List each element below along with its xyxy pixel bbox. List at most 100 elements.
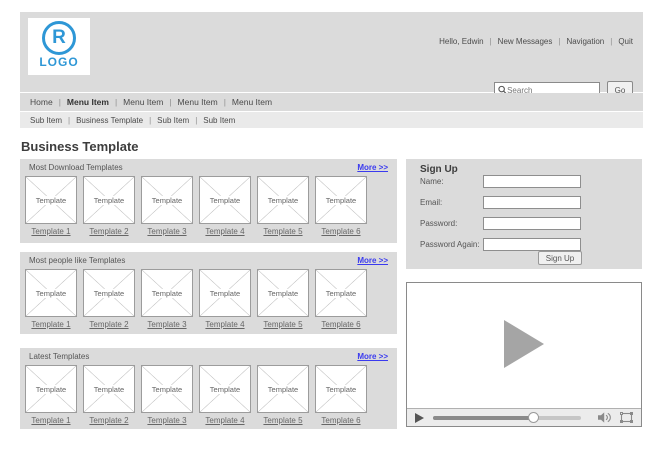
volume-icon[interactable] (598, 412, 612, 423)
more-link[interactable]: More >> (357, 163, 388, 172)
separator (143, 116, 157, 125)
main-menu: Home Menu Item Menu Item Menu Item Menu Item (20, 93, 643, 111)
navigation-link[interactable]: Navigation (566, 37, 604, 46)
menu-item-3[interactable]: Menu Item (178, 97, 218, 107)
template-placeholder-image[interactable]: Template (141, 269, 193, 317)
template-placeholder-image[interactable]: Template (25, 269, 77, 317)
template-tile: Template Template 3 (141, 269, 193, 329)
template-placeholder-image[interactable]: Template (25, 365, 77, 413)
submenu-item-business-template[interactable]: Business Template (76, 116, 143, 125)
template-tile: Template Template 2 (83, 269, 135, 329)
video-progress-handle[interactable] (527, 411, 539, 423)
template-link[interactable]: Template 2 (89, 320, 128, 329)
video-progress-bar[interactable] (433, 411, 581, 423)
template-link[interactable]: Template 4 (205, 227, 244, 236)
template-tile: Template Template 1 (25, 365, 77, 425)
template-link[interactable]: Template 4 (205, 320, 244, 329)
template-placeholder-image[interactable]: Template (141, 176, 193, 224)
template-placeholder-image[interactable]: Template (257, 269, 309, 317)
template-placeholder-image[interactable]: Template (315, 269, 367, 317)
tile-row: Template Template 1 Template Template 2 … (25, 365, 367, 425)
password-again-input[interactable] (483, 238, 581, 251)
menu-item-4[interactable]: Menu Item (232, 97, 272, 107)
placeholder-label: Template (265, 195, 301, 205)
template-tile: Template Template 5 (257, 365, 309, 425)
separator (604, 37, 618, 46)
placeholder-label: Template (323, 384, 359, 394)
menu-item-2[interactable]: Menu Item (123, 97, 163, 107)
template-link[interactable]: Template 3 (147, 416, 186, 425)
template-tile: Template Template 1 (25, 269, 77, 329)
template-placeholder-image[interactable]: Template (141, 365, 193, 413)
template-link[interactable]: Template 6 (321, 416, 360, 425)
video-play-overlay-icon[interactable] (504, 320, 544, 368)
template-link[interactable]: Template 1 (31, 320, 70, 329)
password-label: Password: (420, 219, 458, 228)
logo[interactable]: R LOGO (28, 18, 90, 75)
video-play-icon[interactable] (415, 412, 424, 423)
separator (484, 37, 498, 46)
section-most-people-like-templates: Most people like Templates More >> Templ… (20, 252, 397, 334)
template-placeholder-image[interactable]: Template (83, 269, 135, 317)
template-tile: Template Template 6 (315, 365, 367, 425)
menu-item-1[interactable]: Menu Item (67, 97, 109, 107)
template-placeholder-image[interactable]: Template (83, 176, 135, 224)
placeholder-label: Template (91, 288, 127, 298)
template-placeholder-image[interactable]: Template (257, 176, 309, 224)
template-link[interactable]: Template 5 (263, 227, 302, 236)
email-input[interactable] (483, 196, 581, 209)
password-input[interactable] (483, 217, 581, 230)
section-latest-templates: Latest Templates More >> Template Templa… (20, 348, 397, 429)
template-placeholder-image[interactable]: Template (83, 365, 135, 413)
page: R LOGO Hello, Edwin New Messages Navigatio… (0, 0, 650, 459)
placeholder-label: Template (207, 195, 243, 205)
template-tile: Template Template 6 (315, 176, 367, 236)
more-link[interactable]: More >> (357, 352, 388, 361)
template-link[interactable]: Template 2 (89, 227, 128, 236)
placeholder-label: Template (149, 195, 185, 205)
template-placeholder-image[interactable]: Template (25, 176, 77, 224)
template-link[interactable]: Template 2 (89, 416, 128, 425)
template-link[interactable]: Template 6 (321, 320, 360, 329)
submenu-item-2[interactable]: Sub Item (157, 116, 189, 125)
submenu-item-3[interactable]: Sub Item (203, 116, 235, 125)
form-row-password-again: Password Again: (420, 238, 602, 251)
name-input[interactable] (483, 175, 581, 188)
template-placeholder-image[interactable]: Template (199, 269, 251, 317)
placeholder-label: Template (91, 384, 127, 394)
quit-link[interactable]: Quit (618, 37, 633, 46)
separator (163, 97, 177, 107)
template-link[interactable]: Template 5 (263, 416, 302, 425)
submenu-item-0[interactable]: Sub Item (30, 116, 62, 125)
template-link[interactable]: Template 5 (263, 320, 302, 329)
template-placeholder-image[interactable]: Template (199, 176, 251, 224)
placeholder-label: Template (207, 288, 243, 298)
template-tile: Template Template 4 (199, 269, 251, 329)
template-placeholder-image[interactable]: Template (315, 176, 367, 224)
new-messages-link[interactable]: New Messages (498, 37, 553, 46)
video-controls-bar (407, 408, 641, 426)
menu-item-home[interactable]: Home (30, 97, 53, 107)
signup-button[interactable]: Sign Up (538, 251, 582, 265)
sub-menu: Sub Item Business Template Sub Item Sub Ite… (20, 112, 643, 128)
separator (53, 97, 67, 107)
video-player[interactable] (406, 282, 642, 427)
section-most-download-templates: Most Download Templates More >> Template… (20, 159, 397, 243)
template-placeholder-image[interactable]: Template (199, 365, 251, 413)
more-link[interactable]: More >> (357, 256, 388, 265)
template-tile: Template Template 2 (83, 365, 135, 425)
template-placeholder-image[interactable]: Template (315, 365, 367, 413)
template-link[interactable]: Template 3 (147, 227, 186, 236)
greeting-link[interactable]: Hello, Edwin (439, 37, 483, 46)
template-link[interactable]: Template 1 (31, 227, 70, 236)
fullscreen-icon[interactable] (620, 412, 633, 423)
template-link[interactable]: Template 4 (205, 416, 244, 425)
template-placeholder-image[interactable]: Template (257, 365, 309, 413)
template-link[interactable]: Template 3 (147, 320, 186, 329)
placeholder-label: Template (265, 384, 301, 394)
template-tile: Template Template 4 (199, 365, 251, 425)
template-link[interactable]: Template 6 (321, 227, 360, 236)
section-header: Most people like Templates More >> (20, 252, 397, 265)
template-tile: Template Template 1 (25, 176, 77, 236)
template-link[interactable]: Template 1 (31, 416, 70, 425)
